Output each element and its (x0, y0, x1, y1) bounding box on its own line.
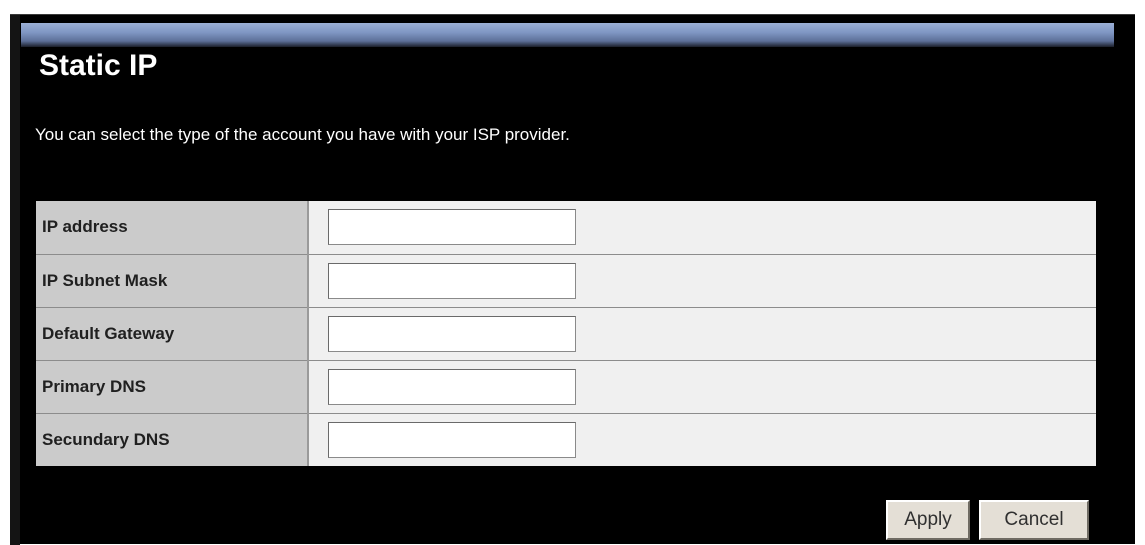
primary-dns-row: Primary DNS (36, 360, 1096, 414)
secondary-dns-row: Secundary DNS (36, 413, 1096, 466)
left-edge-rule (10, 15, 20, 545)
default-gateway-cell (308, 307, 1096, 361)
title-bar (21, 23, 1114, 47)
ip-address-input[interactable] (328, 209, 576, 246)
content-panel: Static IP You can select the type of the… (10, 14, 1135, 545)
window-frame: Static IP You can select the type of the… (0, 0, 1145, 545)
subnet-mask-label: IP Subnet Mask (36, 254, 309, 308)
page-description: You can select the type of the account y… (35, 125, 570, 144)
page-title: Static IP (39, 49, 158, 82)
secondary-dns-label: Secundary DNS (36, 413, 309, 466)
subnet-mask-cell (308, 254, 1096, 308)
ip-address-label: IP address (36, 201, 309, 255)
cancel-button[interactable]: Cancel (979, 500, 1089, 540)
default-gateway-row: Default Gateway (36, 307, 1096, 361)
default-gateway-input[interactable] (328, 315, 576, 352)
ip-address-cell (308, 201, 1096, 255)
ip-address-row: IP address (36, 201, 1096, 255)
primary-dns-cell (308, 360, 1096, 414)
secondary-dns-input[interactable] (328, 421, 576, 458)
subnet-mask-row: IP Subnet Mask (36, 254, 1096, 308)
secondary-dns-cell (308, 413, 1096, 466)
static-ip-settings-table: IP address IP Subnet Mask Default Gatewa… (36, 201, 1096, 466)
default-gateway-label: Default Gateway (36, 307, 309, 361)
subnet-mask-input[interactable] (328, 262, 576, 299)
primary-dns-input[interactable] (328, 368, 576, 405)
apply-button[interactable]: Apply (886, 500, 970, 540)
primary-dns-label: Primary DNS (36, 360, 309, 414)
